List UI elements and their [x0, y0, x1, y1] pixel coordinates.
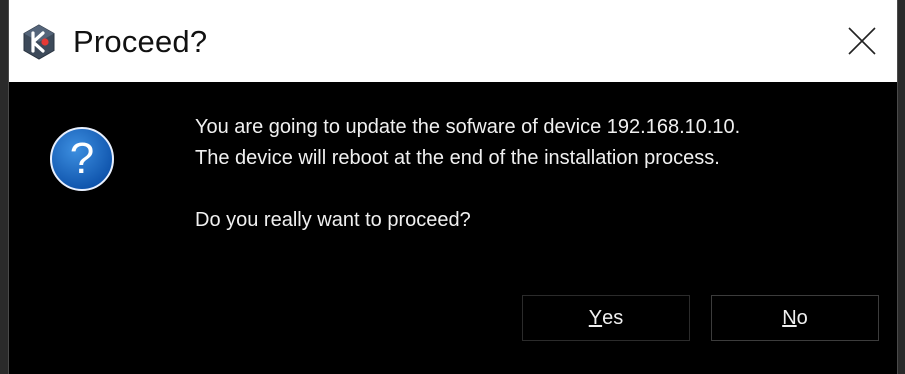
- yes-mnemonic: Y: [588, 306, 603, 329]
- window-title: Proceed?: [73, 24, 208, 59]
- no-label-rest: o: [796, 306, 808, 329]
- close-button[interactable]: [827, 0, 897, 82]
- no-button[interactable]: No: [711, 295, 879, 341]
- yes-label-rest: es: [602, 306, 624, 329]
- no-mnemonic: N: [782, 306, 797, 329]
- close-icon: [848, 27, 876, 55]
- svg-text:?: ?: [70, 134, 94, 183]
- question-icon: ?: [50, 127, 114, 191]
- message-text: You are going to update the sofware of d…: [195, 112, 740, 236]
- message-line-2: The device will reboot at the end of the…: [195, 147, 720, 169]
- message-line-3: Do you really want to proceed?: [195, 209, 471, 231]
- proceed-dialog: Proceed? ? You are going to update the s…: [8, 0, 898, 374]
- kilovault-hexagon-icon: [23, 24, 55, 60]
- message-spacer: [195, 174, 740, 205]
- message-line-1: You are going to update the sofware of d…: [195, 116, 741, 138]
- yes-button[interactable]: Yes: [522, 295, 690, 341]
- dialog-content: ? You are going to update the sofware of…: [9, 82, 897, 374]
- title-bar[interactable]: Proceed?: [9, 0, 897, 82]
